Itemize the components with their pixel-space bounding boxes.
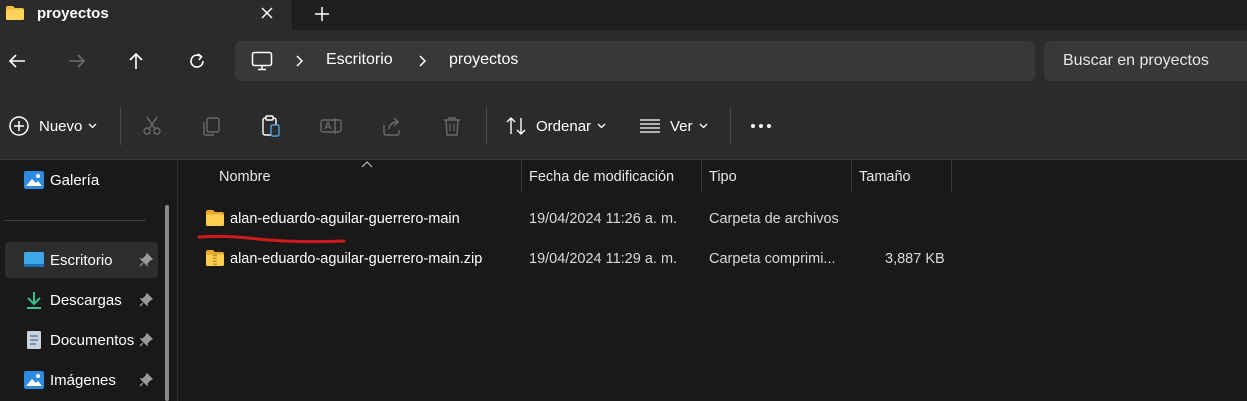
close-icon (261, 7, 273, 19)
gallery-icon (24, 171, 44, 189)
search-placeholder: Buscar en proyectos (1063, 52, 1209, 69)
sidebar-item-label: Galería (50, 172, 100, 189)
new-button-label: Nuevo (39, 117, 83, 135)
divider (486, 107, 487, 145)
file-modified: 19/04/2024 11:26 a. m. (529, 211, 678, 227)
image-icon (24, 371, 44, 389)
share-button[interactable] (381, 112, 403, 140)
sidebar-item-imagenes[interactable]: Imágenes (0, 362, 160, 398)
sidebar-item-label: Imágenes (50, 372, 116, 389)
rename-icon (320, 118, 342, 134)
refresh-icon (190, 53, 204, 68)
close-tab-button[interactable] (258, 4, 276, 22)
sidebar-item-documentos[interactable]: Documentos (0, 322, 160, 358)
file-name: alan-eduardo-aguilar-guerrero-main (230, 211, 460, 227)
column-divider[interactable] (701, 160, 702, 192)
chevron-down-icon (88, 123, 97, 129)
zip-folder-icon (206, 250, 224, 266)
plus-icon (315, 7, 329, 21)
column-header-name[interactable]: Nombre (219, 160, 271, 192)
file-name: alan-eduardo-aguilar-guerrero-main.zip (230, 251, 483, 267)
arrow-up-icon (129, 52, 143, 69)
sidebar-divider (4, 220, 146, 221)
navigation-pane: Galería Escritorio Descargas Documentos (0, 160, 178, 401)
folder-icon (6, 6, 24, 20)
more-options-button[interactable] (750, 112, 772, 140)
add-circle-icon (9, 116, 29, 136)
column-divider[interactable] (951, 160, 952, 192)
new-tab-button[interactable] (311, 3, 333, 25)
arrow-right-icon (69, 54, 86, 68)
tab-bar: proyectos (0, 0, 1247, 30)
back-button[interactable] (2, 46, 32, 76)
share-icon (383, 117, 400, 136)
computer-icon (251, 51, 273, 71)
paste-button[interactable] (260, 112, 282, 140)
file-type: Carpeta de archivos (709, 211, 839, 227)
sidebar-item-label: Documentos (50, 332, 135, 349)
copy-icon (203, 117, 220, 136)
sidebar-item-label: Descargas (50, 292, 122, 309)
sidebar-scrollbar[interactable] (165, 205, 169, 401)
rename-button[interactable] (320, 112, 342, 140)
sort-ascending-icon (361, 161, 373, 168)
file-type: Carpeta comprimi... (709, 251, 836, 267)
pin-icon[interactable] (139, 333, 153, 347)
document-icon (27, 331, 41, 349)
view-button-label: Ver (670, 117, 693, 135)
navigation-bar: Escritorio proyectos Buscar en proyectos (0, 30, 1247, 92)
pin-icon[interactable] (139, 253, 153, 267)
up-button[interactable] (121, 46, 151, 76)
file-list: Nombre Fecha de modificación Tipo Tamaño… (180, 160, 1247, 401)
sort-button[interactable]: Ordenar (505, 112, 606, 140)
column-header-size[interactable]: Tamaño (859, 160, 911, 192)
file-modified: 19/04/2024 11:29 a. m. (529, 251, 678, 267)
more-icon (751, 124, 771, 128)
sidebar-item-escritorio[interactable]: Escritorio (5, 242, 158, 278)
search-input[interactable]: Buscar en proyectos (1044, 41, 1247, 81)
divider (730, 107, 731, 145)
clipboard-icon (262, 115, 280, 137)
sidebar-item-descargas[interactable]: Descargas (0, 282, 160, 318)
folder-icon (206, 210, 224, 226)
column-divider[interactable] (851, 160, 852, 192)
chevron-down-icon (699, 123, 707, 129)
address-bar[interactable]: Escritorio proyectos (235, 41, 1035, 81)
column-header-row: Nombre Fecha de modificación Tipo Tamaño (180, 160, 1247, 192)
file-size: 3,887 KB (885, 251, 945, 267)
divider (120, 107, 121, 145)
delete-button[interactable] (441, 112, 463, 140)
breadcrumb-proyectos[interactable]: proyectos (449, 51, 518, 69)
chevron-right-icon (296, 55, 304, 67)
pin-icon[interactable] (139, 293, 153, 307)
trash-icon (444, 117, 460, 136)
view-list-icon (640, 119, 660, 133)
sidebar-item-galeria[interactable]: Galería (0, 162, 160, 198)
cut-button[interactable] (141, 112, 163, 140)
forward-button[interactable] (62, 46, 92, 76)
tab-proyectos[interactable]: proyectos (0, 0, 293, 30)
sidebar-item-label: Escritorio (50, 252, 113, 269)
download-icon (27, 292, 41, 309)
copy-button[interactable] (200, 112, 222, 140)
refresh-button[interactable] (182, 46, 212, 76)
new-button[interactable]: Nuevo (8, 112, 97, 140)
column-header-modified[interactable]: Fecha de modificación (529, 160, 674, 192)
scissors-icon (143, 116, 161, 135)
breadcrumb-escritorio[interactable]: Escritorio (326, 51, 393, 69)
chevron-right-icon (419, 55, 427, 67)
view-button[interactable]: Ver (639, 112, 708, 140)
arrow-left-icon (8, 54, 25, 68)
column-header-type[interactable]: Tipo (709, 160, 737, 192)
chevron-down-icon (597, 123, 606, 129)
desktop-icon (24, 252, 44, 267)
sort-button-label: Ordenar (536, 117, 592, 135)
file-row[interactable]: alan-eduardo-aguilar-guerrero-main.zip 1… (180, 241, 1247, 277)
command-bar: Nuevo Ordenar Ver (0, 92, 1247, 160)
column-divider[interactable] (521, 160, 522, 192)
pin-icon[interactable] (139, 373, 153, 387)
sort-icon (506, 117, 526, 135)
tab-title: proyectos (37, 5, 109, 22)
